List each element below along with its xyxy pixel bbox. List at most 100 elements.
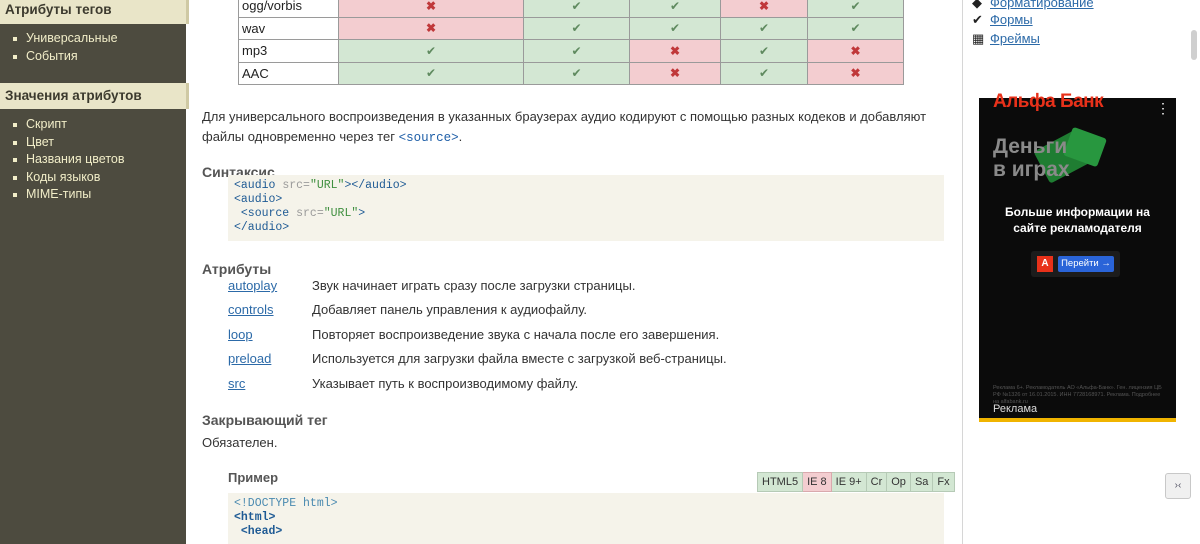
browser-badges: HTML5 IE 8 IE 9+ Cr Op Sa Fx — [757, 472, 955, 492]
more-menu-icon[interactable]: ⋮ — [1156, 101, 1170, 115]
attributes-heading: Атрибуты — [202, 261, 272, 277]
supported-check-icon: ✔ — [720, 16, 808, 40]
attribute-row: autoplay Звук начинает играть сразу после… — [228, 276, 635, 296]
supported-check-icon: ✔ — [807, 0, 904, 18]
bullet-icon — [13, 123, 17, 127]
supported-check-icon: ✔ — [629, 16, 721, 40]
code-line: <source src="URL"> — [234, 207, 366, 220]
ad-label: Реклама — [993, 403, 1038, 415]
compat-row: wav ✖ ✔ ✔ ✔ ✔ — [238, 16, 904, 40]
bullet-icon — [13, 140, 17, 145]
attribute-row: src Указывает путь к воспроизводимому фай… — [228, 374, 578, 394]
supported-check-icon: ✔ — [720, 39, 808, 63]
unsupported-cross-icon: ✖ — [807, 61, 904, 85]
compat-row: AAC ✔ ✔ ✖ ✔ ✖ — [238, 61, 904, 85]
column-divider — [962, 0, 963, 544]
badge-opera: Op — [887, 472, 911, 492]
unsupported-cross-icon: ✖ — [338, 16, 524, 40]
scrollbar-thumb[interactable] — [1191, 30, 1197, 60]
unsupported-cross-icon: ✖ — [629, 61, 721, 85]
attribute-link-loop[interactable]: loop — [228, 325, 312, 345]
supported-check-icon: ✔ — [338, 61, 524, 85]
floating-collapse-icon[interactable]: ›‹ — [1165, 473, 1191, 499]
attribute-row: loop Повторяет воспроизведение звука с на… — [228, 325, 719, 345]
intro-text: Для универсального воспроизведения в ука… — [202, 109, 927, 144]
supported-check-icon: ✔ — [523, 0, 630, 18]
attribute-row: controls Добавляет панель управления к ау… — [228, 300, 587, 320]
frames-icon: ▦ — [972, 31, 985, 46]
example-heading: Пример — [228, 470, 279, 485]
unsupported-cross-icon: ✖ — [807, 39, 904, 63]
bullet-icon — [13, 37, 17, 41]
format-name: AAC — [238, 61, 339, 85]
bullet-icon — [13, 175, 17, 180]
badge-ie8: IE 8 — [803, 472, 832, 492]
sidebar-item-events[interactable]: События — [12, 48, 118, 66]
compat-row: ogg/vorbis ✖ ✔ ✔ ✖ ✔ — [238, 0, 904, 18]
bullet-icon — [13, 193, 17, 197]
go-button[interactable]: Перейти → — [1058, 256, 1114, 272]
supported-check-icon: ✔ — [338, 39, 524, 63]
bullet-icon — [13, 54, 17, 59]
unsupported-cross-icon: ✖ — [338, 0, 524, 18]
ad-cta-button[interactable]: А Перейти → — [1031, 251, 1120, 277]
attribute-link-src[interactable]: src — [228, 374, 312, 394]
format-name: ogg/vorbis — [238, 0, 339, 18]
ad-headline: Деньги в играх — [993, 135, 1070, 181]
badge-safari: Sa — [910, 472, 934, 492]
main-content: ogg/vorbis ✖ ✔ ✔ ✖ ✔ wav ✖ ✔ ✔ ✔ ✔ mp3 ✔ ✔ ✖ ✔ ✖ AAC ✔ ✔ ✖ ✔ ✖ … — [186, 0, 963, 544]
code-line: </audio> — [234, 221, 290, 234]
sidebar-item-mime-types[interactable]: MIME-типы — [12, 186, 125, 204]
ad-headline-line: Деньги — [993, 135, 1068, 158]
code-line: <html> — [234, 511, 276, 524]
supported-check-icon: ✔ — [523, 16, 630, 40]
browser-compat-table: ogg/vorbis ✖ ✔ ✔ ✖ ✔ wav ✖ ✔ ✔ ✔ ✔ mp3 ✔ ✔ ✖ ✔ ✖ AAC ✔ ✔ ✖ ✔ ✖ — [238, 0, 904, 85]
compat-row: mp3 ✔ ✔ ✖ ✔ ✖ — [238, 39, 904, 63]
attribute-link-controls[interactable]: controls — [228, 300, 312, 320]
bullet-icon — [13, 158, 17, 162]
sidebar-item-universal[interactable]: Универсальные — [12, 30, 118, 48]
supported-check-icon: ✔ — [720, 61, 808, 85]
page-scrollbar[interactable] — [1188, 0, 1200, 544]
supported-check-icon: ✔ — [807, 16, 904, 40]
code-line: <!DOCTYPE html> — [234, 497, 338, 510]
supported-check-icon: ✔ — [523, 39, 630, 63]
sidebar-section-title: Значения атрибутов — [0, 83, 189, 109]
syntax-code-block: <audio src="URL"></audio> <audio> <sourc… — [228, 175, 944, 241]
badge-html5: HTML5 — [757, 472, 804, 492]
alfa-logo-icon: А — [1037, 256, 1053, 272]
closing-tag-heading: Закрывающий тег — [202, 412, 328, 428]
sidebar-item-color[interactable]: Цвет — [12, 134, 125, 152]
attribute-link-preload[interactable]: preload — [228, 349, 312, 369]
source-tag-code: <source> — [398, 130, 459, 145]
right-link-forms[interactable]: ✔ Формы — [972, 11, 1033, 29]
badge-ie9: IE 9+ — [831, 472, 867, 492]
sidebar-item-language-codes[interactable]: Коды языков — [12, 169, 125, 187]
attribute-row: preload Используется для загрузки файла в… — [228, 349, 727, 369]
sidebar: Атрибуты тегов Универсальные События Зна… — [0, 0, 189, 544]
ad-brand-title: Альфа Банк — [993, 91, 1104, 112]
unsupported-cross-icon: ✖ — [629, 39, 721, 63]
checkmark-icon: ✔ — [972, 12, 983, 27]
example-code-block: <!DOCTYPE html> <html> <head> — [228, 493, 944, 544]
code-line: <audio> — [234, 193, 283, 206]
badge-chrome: Cr — [866, 472, 888, 492]
unsupported-cross-icon: ✖ — [720, 0, 808, 18]
ad-headline-line: в играх — [993, 158, 1070, 181]
closing-tag-text: Обязателен. — [202, 435, 278, 450]
intro-end: . — [458, 128, 463, 144]
sidebar-item-script[interactable]: Скрипт — [12, 116, 125, 134]
sidebar-list-attribute-values: Скрипт Цвет Названия цветов Коды языков … — [12, 116, 125, 204]
supported-check-icon: ✔ — [523, 61, 630, 85]
format-name: wav — [238, 16, 339, 40]
intro-paragraph: Для универсального воспроизведения в ука… — [202, 107, 942, 148]
supported-check-icon: ✔ — [629, 0, 721, 18]
code-line: <head> — [234, 525, 283, 538]
code-line: <audio src="URL"></audio> — [234, 179, 407, 192]
sidebar-list-tag-attributes: Универсальные События — [12, 30, 118, 65]
sidebar-section-title: Атрибуты тегов — [0, 0, 189, 24]
attribute-link-autoplay[interactable]: autoplay — [228, 276, 312, 296]
sidebar-item-color-names[interactable]: Названия цветов — [12, 151, 125, 169]
right-link-frames[interactable]: ▦ Фреймы — [972, 30, 1040, 48]
badge-firefox: Fx — [933, 472, 955, 492]
